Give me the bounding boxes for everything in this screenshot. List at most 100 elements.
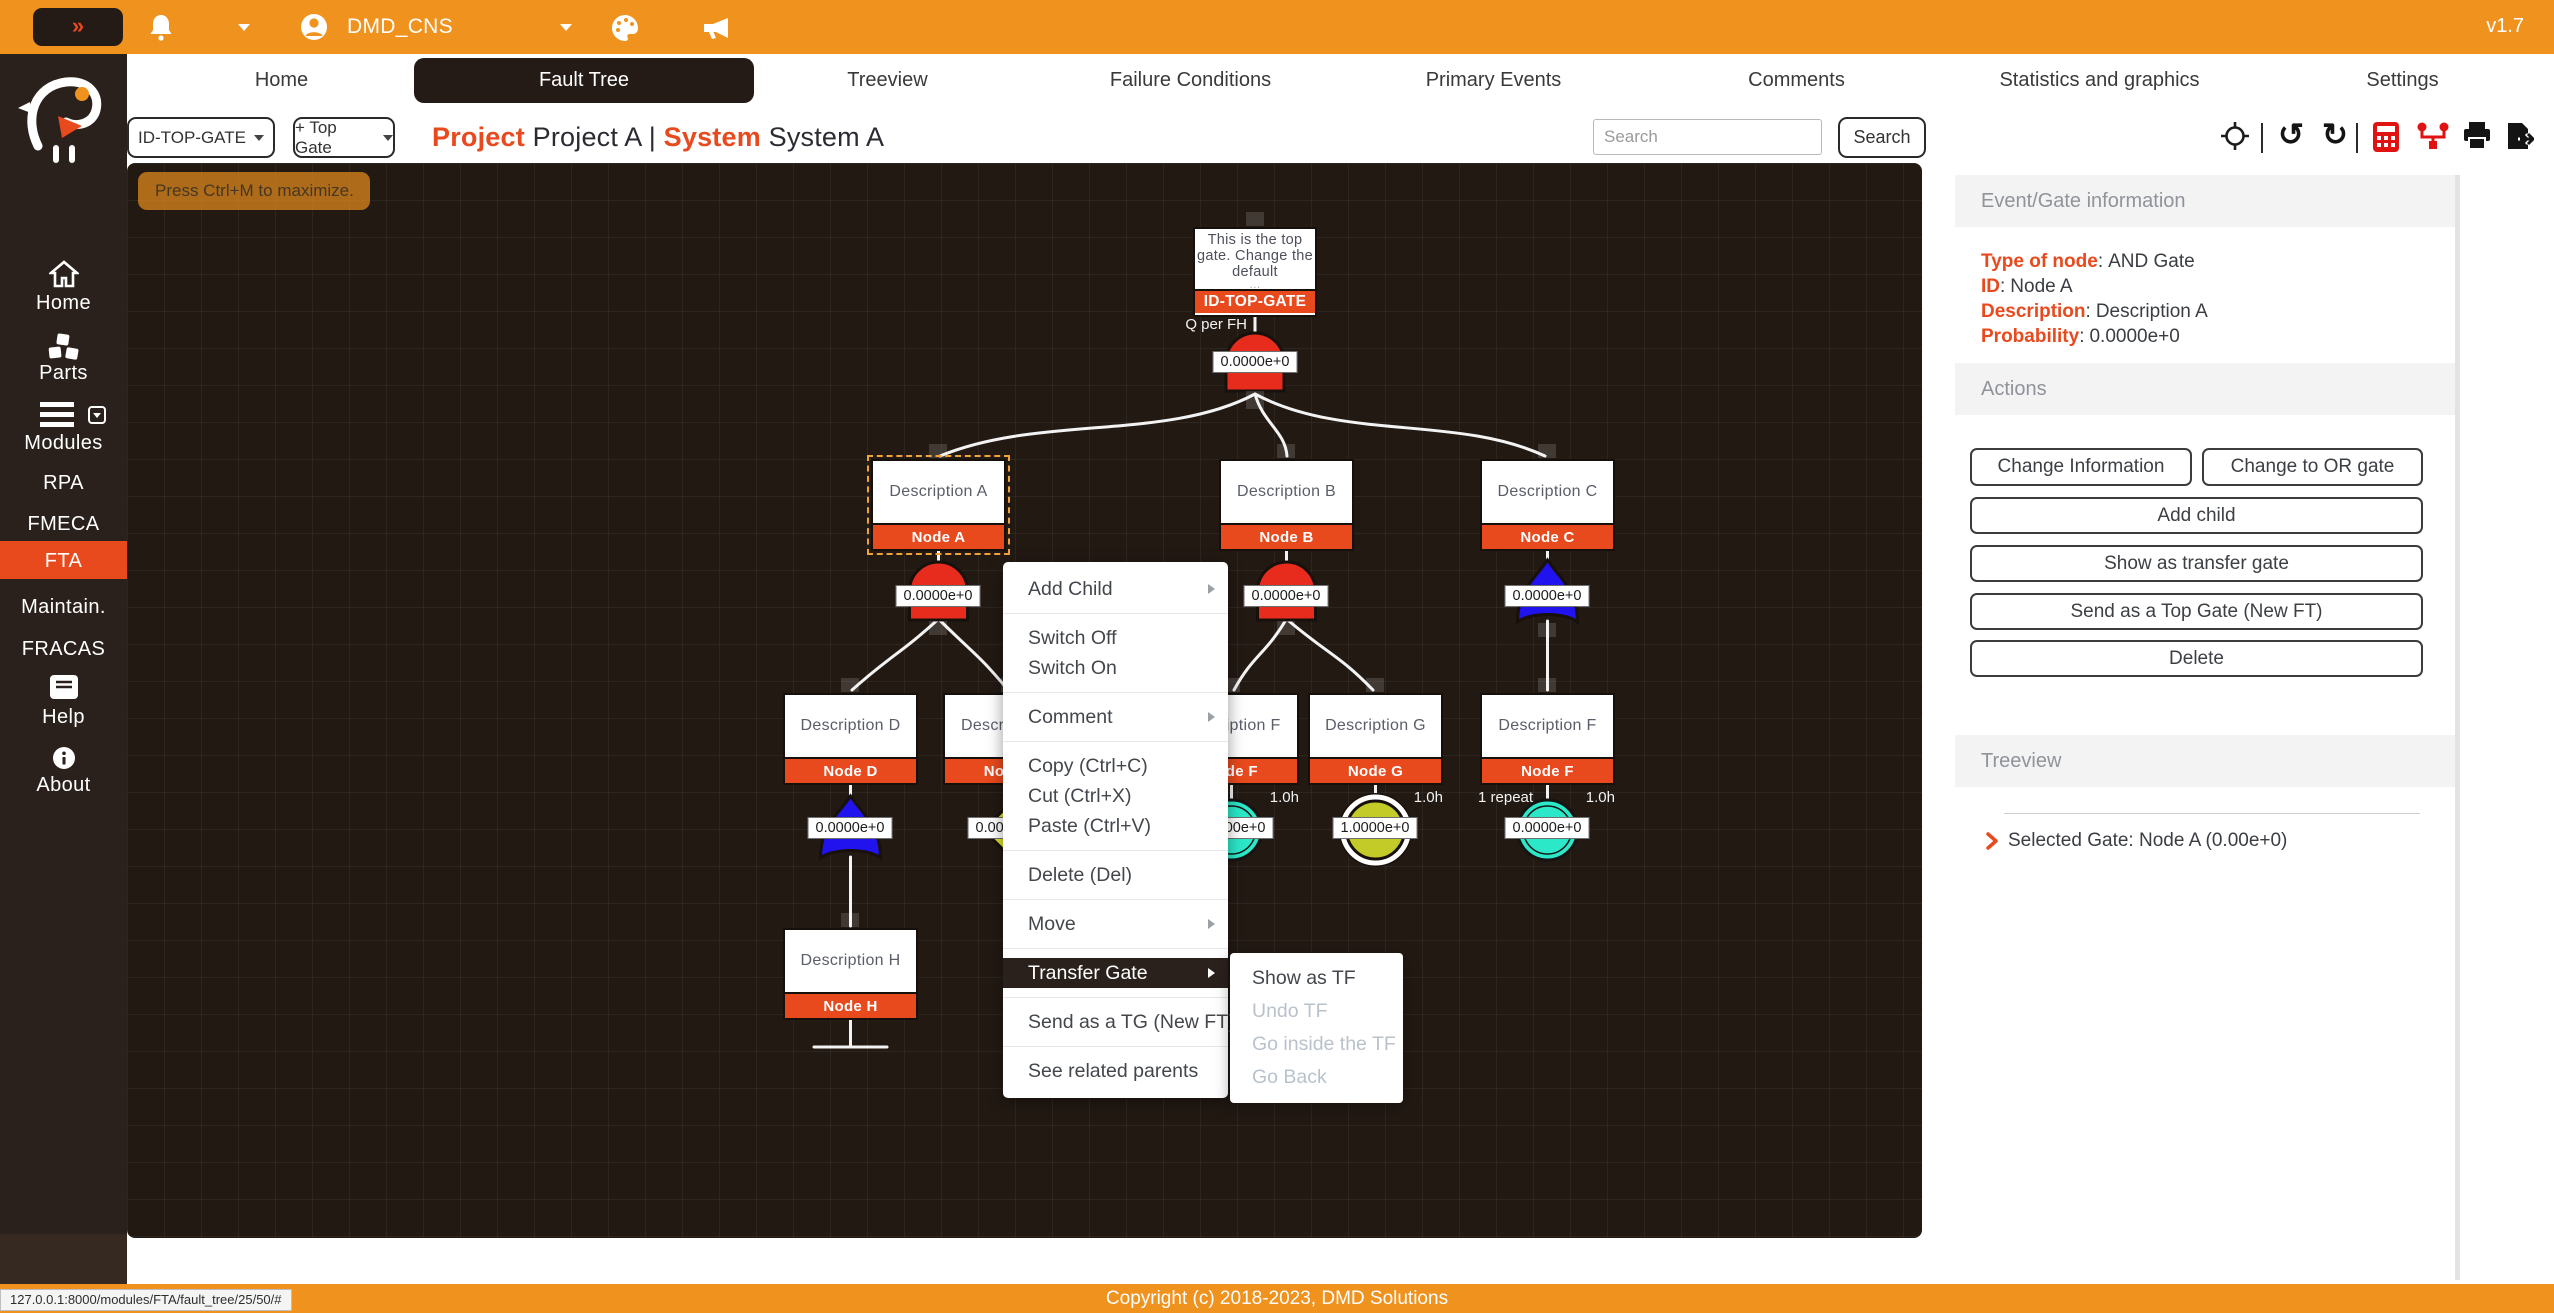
sidebar-item-fmeca[interactable]: FMECA — [0, 513, 127, 536]
menu-item-delete[interactable]: Delete (Del) — [1003, 860, 1228, 890]
menu-item-see-related-parents[interactable]: See related parents — [1003, 1056, 1228, 1086]
print-icon[interactable] — [2462, 121, 2492, 151]
menu-divider — [1003, 997, 1228, 998]
add-child-button[interactable]: Add child — [1970, 497, 2423, 534]
send-as-top-gate-button[interactable]: Send as a Top Gate (New FT) — [1970, 593, 2423, 630]
menu-item-label: Transfer Gate — [1028, 962, 1148, 984]
user-caret-icon[interactable] — [560, 24, 572, 31]
colon: : — [2000, 276, 2005, 297]
menu-item-transfer-gate[interactable]: Transfer Gate — [1003, 958, 1228, 988]
bell-icon[interactable] — [147, 13, 175, 41]
title-divider: | — [649, 122, 656, 152]
tab-failure-conditions[interactable]: Failure Conditions — [1039, 54, 1342, 106]
undo-icon[interactable]: ↺ — [2278, 118, 2304, 152]
calculator-icon[interactable] — [2372, 121, 2400, 153]
footer: Copyright (c) 2018-2023, DMD Solutions — [0, 1284, 2554, 1313]
delete-button[interactable]: Delete — [1970, 640, 2423, 677]
menu-item-cut[interactable]: Cut (Ctrl+X) — [1003, 781, 1228, 811]
submenu-arrow-icon — [1208, 919, 1215, 929]
bell-caret-icon[interactable] — [238, 24, 250, 31]
redo-icon[interactable]: ↻ — [2322, 118, 2348, 152]
tab-fault-tree[interactable]: Fault Tree — [414, 58, 754, 103]
search-input[interactable] — [1593, 119, 1822, 155]
menu-item-add-child[interactable]: Add Child — [1003, 574, 1228, 604]
menu-divider — [1003, 899, 1228, 900]
dropdown-caret-icon — [254, 135, 264, 141]
sidebar-item-fta[interactable]: FTA — [0, 550, 127, 573]
sidebar-collapse-button[interactable]: » — [33, 8, 123, 46]
node-d-value: 0.0000e+0 — [808, 817, 893, 839]
node-g-value: 1.0000e+0 — [1333, 817, 1418, 839]
menu-item-copy[interactable]: Copy (Ctrl+C) — [1003, 751, 1228, 781]
submenu-item-go-inside-tf: Go inside the TF — [1230, 1028, 1403, 1061]
submenu-arrow-icon — [1208, 712, 1215, 722]
node-d-id: Node D — [785, 757, 916, 783]
top-gate-node[interactable]: This is the top gate. Change the default… — [1193, 227, 1317, 317]
project-name: Project A — [533, 122, 641, 152]
panel-scrollbar[interactable] — [2455, 175, 2460, 1280]
sidebar-item-maintain[interactable]: Maintain. — [0, 596, 127, 619]
node-g-hours-label: 1.0h — [1414, 789, 1443, 806]
tab-home[interactable]: Home — [130, 54, 433, 106]
sidebar-item-help[interactable]: Help — [0, 706, 127, 729]
menu-item-paste[interactable]: Paste (Ctrl+V) — [1003, 811, 1228, 841]
tab-statistics[interactable]: Statistics and graphics — [1948, 54, 2251, 106]
left-sidebar: Home Parts Modules RPA FMECA FTA Maintai… — [0, 54, 127, 1284]
menu-item-send-tg[interactable]: Send as a TG (New FT) — [1003, 1007, 1228, 1037]
help-icon[interactable] — [49, 674, 79, 700]
menu-item-switch-on[interactable]: Switch On — [1003, 653, 1228, 683]
tab-treeview[interactable]: Treeview — [736, 54, 1039, 106]
gate-select-dropdown[interactable]: ID-TOP-GATE — [127, 117, 275, 158]
type-of-node-label: Type of node — [1981, 251, 2098, 272]
search-button-label: Search — [1853, 127, 1910, 148]
megaphone-icon[interactable] — [700, 13, 732, 43]
sidebar-item-fracas[interactable]: FRACAS — [0, 638, 127, 661]
add-top-gate-dropdown[interactable]: + Top Gate — [293, 117, 395, 158]
parts-icon[interactable] — [47, 332, 81, 362]
node-a-value: 0.0000e+0 — [896, 585, 981, 607]
menu-item-move[interactable]: Move — [1003, 909, 1228, 939]
sidebar-item-parts[interactable]: Parts — [0, 362, 127, 385]
submenu-item-show-as-tf[interactable]: Show as TF — [1230, 962, 1403, 995]
description-label: Description — [1981, 301, 2086, 322]
menu-item-switch-off[interactable]: Switch Off — [1003, 623, 1228, 653]
tab-primary-events[interactable]: Primary Events — [1342, 54, 1645, 106]
type-of-node-value: AND Gate — [2108, 251, 2195, 272]
node-a[interactable]: Description A Node A — [871, 459, 1006, 551]
info-line-probability: Probability:0.0000e+0 — [1981, 324, 2208, 349]
app-version-label: v1.7 — [2486, 15, 2524, 38]
tab-comments[interactable]: Comments — [1645, 54, 1948, 106]
user-avatar-icon[interactable] — [300, 13, 328, 41]
modules-expand-icon[interactable] — [88, 406, 106, 424]
node-d[interactable]: Description D Node D — [783, 693, 918, 785]
node-f2-description: Description F — [1482, 695, 1613, 757]
sidebar-item-rpa[interactable]: RPA — [0, 472, 127, 495]
sidebar-item-modules[interactable]: Modules — [0, 432, 127, 455]
show-as-transfer-gate-button[interactable]: Show as transfer gate — [1970, 545, 2423, 582]
node-b[interactable]: Description B Node B — [1219, 459, 1354, 551]
node-h[interactable]: Description H Node H — [783, 928, 918, 1020]
treeview-selected-gate-row[interactable]: Selected Gate: Node A (0.00e+0) — [1986, 830, 2287, 852]
center-view-icon[interactable] — [2220, 121, 2250, 151]
q-per-fh-label: Q per FH — [1147, 316, 1247, 333]
sidebar-item-about[interactable]: About — [0, 774, 127, 797]
node-f2[interactable]: Description F Node F — [1480, 693, 1615, 785]
node-f2-id: Node F — [1482, 757, 1613, 783]
palette-icon[interactable] — [610, 13, 640, 43]
sidebar-item-home[interactable]: Home — [0, 292, 127, 315]
node-g[interactable]: Description G Node G — [1308, 693, 1443, 785]
browser-status-url: 127.0.0.1:8000/modules/FTA/fault_tree/25… — [0, 1289, 292, 1311]
minimal-cutsets-icon[interactable] — [2416, 121, 2450, 151]
username-label[interactable]: DMD_CNS — [347, 15, 453, 39]
search-button[interactable]: Search — [1838, 117, 1926, 158]
change-information-button[interactable]: Change Information — [1970, 448, 2192, 486]
home-icon[interactable] — [49, 260, 79, 288]
change-to-or-gate-button[interactable]: Change to OR gate — [2202, 448, 2423, 486]
node-b-value: 0.0000e+0 — [1244, 585, 1329, 607]
tab-settings[interactable]: Settings — [2251, 54, 2554, 106]
info-icon[interactable] — [52, 746, 76, 770]
node-c[interactable]: Description C Node C — [1480, 459, 1615, 551]
modules-icon[interactable] — [40, 402, 74, 428]
export-icon[interactable] — [2504, 121, 2534, 151]
menu-item-comment[interactable]: Comment — [1003, 702, 1228, 732]
